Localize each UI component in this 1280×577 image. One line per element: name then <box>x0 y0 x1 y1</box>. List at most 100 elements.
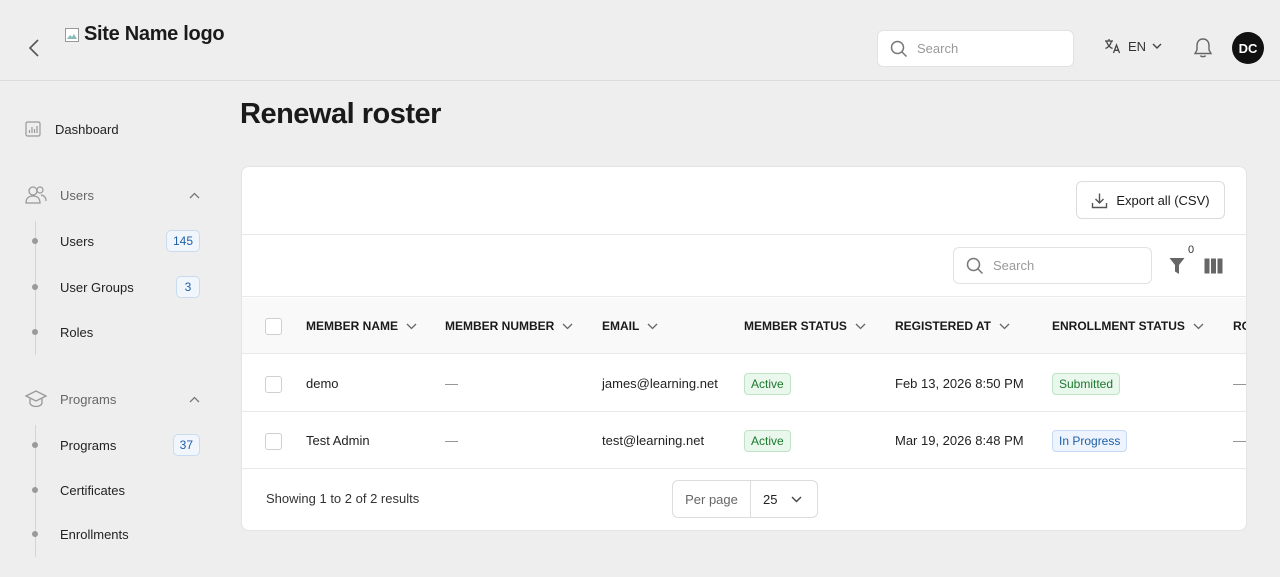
cell-enrollment-status: Submitted <box>1052 355 1121 412</box>
row-checkbox[interactable] <box>265 376 282 393</box>
download-icon <box>1092 193 1108 208</box>
table-toolbar: 0 <box>242 235 1246 297</box>
row-checkbox[interactable] <box>265 433 282 450</box>
bell-icon <box>1193 38 1213 58</box>
cell-truncated: — <box>1233 376 1246 391</box>
sidebar-item-dashboard[interactable]: Dashboard <box>25 121 119 137</box>
table-header: MEMBER NAME MEMBER NUMBER EMAIL MEMBER S… <box>242 298 1246 354</box>
column-registered-at[interactable]: REGISTERED AT <box>895 298 1010 354</box>
table-row[interactable]: demo — james@learning.net Active Feb 13,… <box>242 355 1246 412</box>
graduation-cap-icon <box>25 390 47 408</box>
cell-member-status: Active <box>744 412 791 469</box>
sidebar: Dashboard Users Users 145 User Groups 3 … <box>0 81 220 577</box>
per-page-dropdown[interactable]: 25 <box>751 481 817 517</box>
sidebar-group-programs[interactable]: Programs <box>25 389 200 409</box>
cell-enrollment-status: In Progress <box>1052 412 1128 469</box>
status-badge: In Progress <box>1052 429 1128 452</box>
table-search[interactable] <box>953 247 1152 284</box>
sidebar-item-label: Enrollments <box>60 526 129 542</box>
language-label: EN <box>1128 38 1147 54</box>
count-badge: 145 <box>165 230 200 252</box>
count-badge: 3 <box>176 276 200 298</box>
search-icon <box>966 257 984 274</box>
column-member-status[interactable]: MEMBER STATUS <box>744 298 866 354</box>
column-label: REGISTERED AT <box>895 319 992 333</box>
columns-toggle-button[interactable] <box>1204 258 1223 279</box>
column-email[interactable]: EMAIL <box>602 298 658 354</box>
bullet <box>32 531 38 537</box>
status-badge: Active <box>744 372 791 395</box>
sidebar-item-label: User Groups <box>60 279 134 295</box>
column-member-number[interactable]: MEMBER NUMBER <box>445 298 573 354</box>
sidebar-item-label: Programs <box>60 437 117 453</box>
chevron-up-icon <box>189 192 200 198</box>
table-row[interactable]: Test Admin — test@learning.net Active Ma… <box>242 412 1246 469</box>
cell-registered-at: Mar 19, 2026 8:48 PM <box>895 433 1024 448</box>
sidebar-item-user-groups[interactable]: User Groups 3 <box>32 274 200 300</box>
chevron-left-icon <box>28 39 39 57</box>
sidebar-item-label: Users <box>60 233 94 249</box>
cell-member-name: Test Admin <box>306 433 370 448</box>
sidebar-item-certificates[interactable]: Certificates <box>32 477 200 503</box>
sidebar-item-programs[interactable]: Programs 37 <box>32 432 200 458</box>
chart-icon <box>25 121 41 137</box>
results-summary: Showing 1 to 2 of 2 results <box>266 491 420 506</box>
page-title: Renewal roster <box>240 98 441 130</box>
bullet <box>32 487 38 493</box>
cell-member-name: demo <box>306 376 339 391</box>
cell-email: james@learning.net <box>602 376 718 391</box>
cell-member-number: — <box>445 376 458 391</box>
column-label: MEMBER NAME <box>306 319 398 333</box>
chevron-up-icon <box>189 396 200 402</box>
user-avatar[interactable]: DC <box>1232 32 1264 64</box>
global-search-input[interactable] <box>917 41 1057 56</box>
table-search-input[interactable] <box>993 258 1133 273</box>
chevron-down-icon <box>855 323 866 329</box>
column-label: MEMBER STATUS <box>744 319 847 333</box>
cell-member-status: Active <box>744 355 791 412</box>
sidebar-group-users[interactable]: Users <box>25 185 200 205</box>
filter-count: 0 <box>1188 244 1195 256</box>
filter-button[interactable] <box>1169 257 1185 280</box>
export-label: Export all (CSV) <box>1116 192 1210 208</box>
sidebar-item-label: Certificates <box>60 482 126 498</box>
sidebar-item-users[interactable]: Users 145 <box>32 228 200 254</box>
chevron-down-icon <box>406 323 417 329</box>
chevron-down-icon <box>1193 323 1204 329</box>
chevron-down-icon <box>562 323 573 329</box>
column-label: MEMBER NUMBER <box>445 319 555 333</box>
sidebar-item-enrollments[interactable]: Enrollments <box>32 521 200 547</box>
bullet <box>32 284 38 290</box>
cell-registered-at: Feb 13, 2026 8:50 PM <box>895 376 1024 391</box>
bullet <box>32 238 38 244</box>
column-enrollment-status[interactable]: ENROLLMENT STATUS <box>1052 298 1204 354</box>
column-label: ENROLLMENT STATUS <box>1052 319 1185 333</box>
search-icon <box>890 40 908 57</box>
site-logo[interactable]: Site Name logo <box>64 23 225 46</box>
per-page-select[interactable]: Per page 25 <box>672 480 818 518</box>
users-icon <box>25 186 47 204</box>
chevron-down-icon <box>647 323 658 329</box>
notifications-button[interactable] <box>1193 37 1213 64</box>
column-truncated[interactable]: RO <box>1233 298 1246 354</box>
global-search[interactable] <box>877 30 1074 67</box>
column-member-name[interactable]: MEMBER NAME <box>306 298 417 354</box>
sidebar-group-label: Users <box>60 187 94 203</box>
bullet <box>32 442 38 448</box>
select-all-checkbox[interactable] <box>265 318 282 335</box>
chevron-down-icon <box>1152 43 1162 49</box>
card-header: Export all (CSV) <box>242 167 1246 235</box>
language-selector[interactable]: EN <box>1104 38 1162 54</box>
back-button[interactable] <box>22 36 46 60</box>
bullet <box>32 329 38 335</box>
cell-member-number: — <box>445 433 458 448</box>
status-badge: Submitted <box>1052 372 1121 395</box>
sidebar-item-label: Roles <box>60 324 94 340</box>
sidebar-item-roles[interactable]: Roles <box>32 319 200 345</box>
export-csv-button[interactable]: Export all (CSV) <box>1076 181 1225 219</box>
column-label: EMAIL <box>602 319 640 333</box>
per-page-value: 25 <box>763 491 778 507</box>
top-bar: Site Name logo EN DC <box>0 0 1280 81</box>
logo-alt-text: Site Name logo <box>84 23 225 45</box>
column-label: RO <box>1233 319 1246 333</box>
